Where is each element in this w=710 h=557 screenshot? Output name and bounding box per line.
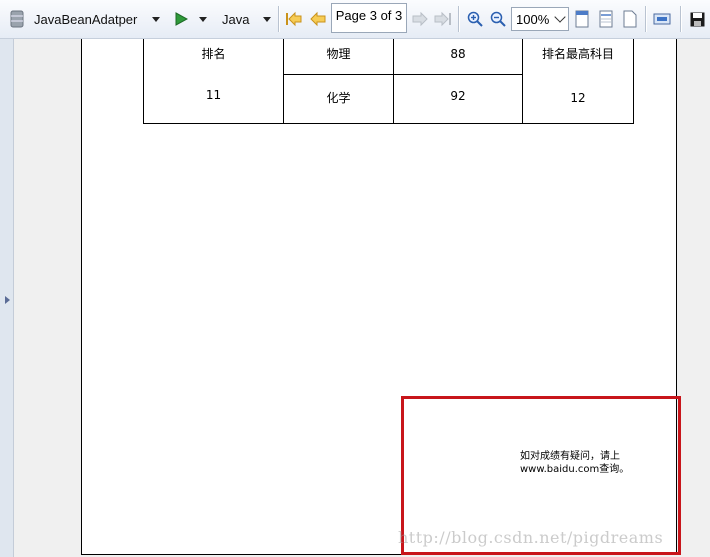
next-page-icon[interactable]	[411, 0, 429, 38]
table-cell: 12	[570, 91, 586, 105]
table-cell: 物理	[326, 47, 351, 61]
fit-page-icon[interactable]	[621, 0, 639, 38]
toolbar-separator	[680, 6, 682, 32]
page-indicator-text: Page 3 of 3	[335, 8, 403, 23]
zoom-out-icon[interactable]	[489, 0, 507, 38]
watermark: http://blog.csdn.net/pigdreams	[398, 528, 664, 547]
last-page-icon[interactable]	[434, 0, 452, 38]
actual-size-icon[interactable]	[573, 0, 591, 38]
datasource-label: JavaBeanAdatper	[34, 11, 138, 27]
table-cell: 11	[205, 88, 222, 102]
toolbar-separator	[278, 6, 280, 32]
report-toolbar: JavaBeanAdatper Java Page 3 of 3 100%	[0, 0, 710, 39]
table-cell: 92	[450, 89, 466, 103]
previous-page-icon[interactable]	[309, 0, 327, 38]
language-select[interactable]: Java	[222, 0, 249, 38]
toolbar-separator	[645, 6, 647, 32]
run-icon[interactable]	[172, 0, 190, 38]
zoom-value: 100%	[516, 11, 550, 27]
datasource-select[interactable]: JavaBeanAdatper	[34, 0, 137, 38]
run-dropdown-icon[interactable]	[198, 0, 208, 38]
first-page-icon[interactable]	[285, 0, 303, 38]
datasource-icon[interactable]	[8, 0, 26, 38]
table-cell: 排名	[201, 47, 226, 61]
datasource-dropdown-icon[interactable]	[151, 0, 161, 38]
table-cell: 排名最高科目	[541, 47, 614, 61]
chevron-down-icon	[554, 11, 566, 23]
language-dropdown-icon[interactable]	[262, 0, 272, 38]
page-indicator-field[interactable]: Page 3 of 3	[331, 3, 407, 33]
expand-panel-icon[interactable]	[5, 296, 10, 304]
table-cell: 化学	[326, 91, 351, 105]
toolbar-separator	[458, 6, 460, 32]
zoom-select[interactable]: 100%	[511, 7, 569, 31]
table-cell: 88	[450, 47, 466, 61]
export-icon[interactable]	[652, 0, 672, 38]
language-label: Java	[222, 11, 250, 27]
fit-width-icon[interactable]	[597, 0, 615, 38]
side-panel-toggle[interactable]	[0, 39, 14, 557]
zoom-in-icon[interactable]	[466, 0, 484, 38]
save-icon[interactable]	[688, 0, 706, 38]
